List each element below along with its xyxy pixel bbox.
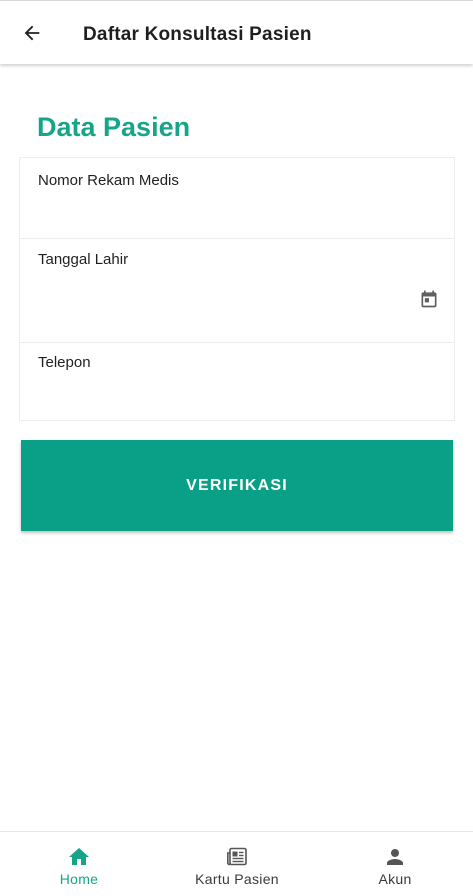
medical-record-input[interactable] <box>38 202 428 226</box>
nav-item-akun[interactable]: Akun <box>316 832 473 896</box>
bottom-navigation: Home Kartu Pasien Akun <box>0 831 473 896</box>
nav-item-kartu-pasien[interactable]: Kartu Pasien <box>158 832 316 896</box>
app-bar: Daftar Konsultasi Pasien <box>0 0 473 64</box>
phone-label: Telepon <box>38 354 91 371</box>
phone-field: Telepon <box>20 343 454 420</box>
person-icon <box>387 849 403 865</box>
medical-record-field: Nomor Rekam Medis <box>20 158 454 238</box>
birth-date-field: Tanggal Lahir <box>20 239 454 342</box>
medical-record-label: Nomor Rekam Medis <box>38 172 179 189</box>
nav-item-home[interactable]: Home <box>0 832 158 896</box>
back-button[interactable] <box>14 15 50 51</box>
calendar-icon <box>421 290 437 308</box>
birth-date-input[interactable] <box>38 287 398 311</box>
arrow-left-icon <box>24 25 40 41</box>
nav-label-akun: Akun <box>378 871 412 887</box>
phone-input[interactable] <box>38 385 428 409</box>
home-icon <box>69 848 89 865</box>
verify-button[interactable]: VERIFIKASI <box>21 440 453 531</box>
date-picker-button[interactable] <box>418 288 440 310</box>
nav-label-kartu-pasien: Kartu Pasien <box>195 871 279 887</box>
newspaper-icon <box>227 847 247 866</box>
section-title: Data Pasien <box>37 112 191 142</box>
patient-form: Nomor Rekam Medis Tanggal Lahir Telepon <box>19 157 455 421</box>
nav-label-home: Home <box>59 871 99 887</box>
birth-date-label: Tanggal Lahir <box>38 251 129 268</box>
page-title: Daftar Konsultasi Pasien <box>83 24 312 45</box>
